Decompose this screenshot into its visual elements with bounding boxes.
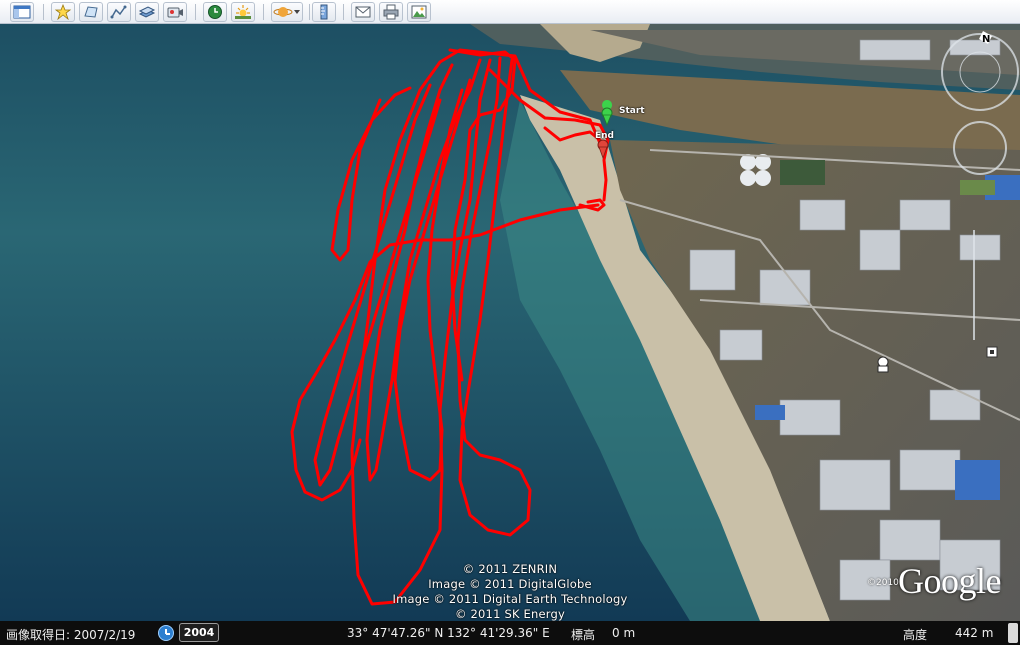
eye-altitude-value: 442 m xyxy=(955,626,994,640)
add-image-overlay-icon xyxy=(138,6,156,18)
add-path-icon xyxy=(110,5,127,19)
svg-text:N: N xyxy=(982,34,990,45)
save-image-icon xyxy=(411,5,427,19)
end-pin-label: End xyxy=(595,131,614,141)
toolbar-separator xyxy=(343,4,344,20)
email-button[interactable] xyxy=(351,2,375,22)
historical-imagery-button[interactable] xyxy=(203,2,227,22)
add-path-button[interactable] xyxy=(107,2,131,22)
switch-planet-icon xyxy=(273,7,300,17)
elevation-value: 0 m xyxy=(612,626,636,640)
copyright-line: Image © 2011 DigitalGlobe xyxy=(428,577,592,591)
sunlight-icon xyxy=(235,5,251,19)
logo-year: ©2010 xyxy=(867,578,899,588)
elevation-label: 標高 xyxy=(571,628,596,642)
ruler-icon xyxy=(320,4,328,20)
historical-year-button[interactable]: 2004 xyxy=(179,623,219,642)
record-tour-button[interactable] xyxy=(163,2,187,22)
toolbar-separator xyxy=(309,4,310,20)
record-tour-icon xyxy=(167,7,183,18)
add-polygon-icon xyxy=(84,6,98,18)
add-polygon-button[interactable] xyxy=(79,2,103,22)
toolbar-separator xyxy=(263,4,264,20)
zoom-slider-handle-icon[interactable] xyxy=(986,346,998,358)
copyright-line: © 2011 SK Energy xyxy=(454,607,566,621)
sidebar-toggle-icon xyxy=(13,5,31,19)
print-button[interactable] xyxy=(379,2,403,22)
switch-planet-button[interactable] xyxy=(271,2,303,22)
map-viewport[interactable]: N Start End © 2011 ZENRIN Image © 2011 D… xyxy=(0,24,1020,621)
toolbar xyxy=(0,0,1020,24)
imagery-copyright: © 2011 ZENRIN Image © 2011 DigitalGlobe … xyxy=(380,562,640,621)
add-image-overlay-button[interactable] xyxy=(135,2,159,22)
sidebar-toggle-button[interactable] xyxy=(10,2,34,22)
google-logo: Google xyxy=(898,561,1001,601)
status-bar: 画像取得日: 2007/2/19 2004 33° 47'47.26" N 13… xyxy=(0,621,1020,645)
eye-altitude-label: 高度 xyxy=(903,628,928,642)
copyright-line: © 2011 ZENRIN xyxy=(462,562,558,576)
historical-clock-icon[interactable] xyxy=(158,625,174,641)
sunlight-button[interactable] xyxy=(231,2,255,22)
print-icon xyxy=(383,4,399,20)
status-scroll-handle[interactable] xyxy=(1008,623,1018,643)
imagery-date: 画像取得日: 2007/2/19 xyxy=(6,628,136,642)
email-icon xyxy=(355,6,371,18)
earth-imagery: N xyxy=(0,24,1020,621)
copyright-line: Image © 2011 Digital Earth Technology xyxy=(392,592,628,606)
toolbar-separator xyxy=(43,4,44,20)
street-view-pegman-icon[interactable] xyxy=(877,356,889,373)
add-placemark-icon xyxy=(54,4,72,20)
start-pin-label: Start xyxy=(619,106,645,116)
coordinates-readout: 33° 47'47.26" N 132° 41'29.36" E xyxy=(347,626,550,640)
save-image-button[interactable] xyxy=(407,2,431,22)
add-placemark-button[interactable] xyxy=(51,2,75,22)
toolbar-separator xyxy=(195,4,196,20)
historical-imagery-icon xyxy=(208,5,222,19)
ruler-button[interactable] xyxy=(312,2,336,22)
